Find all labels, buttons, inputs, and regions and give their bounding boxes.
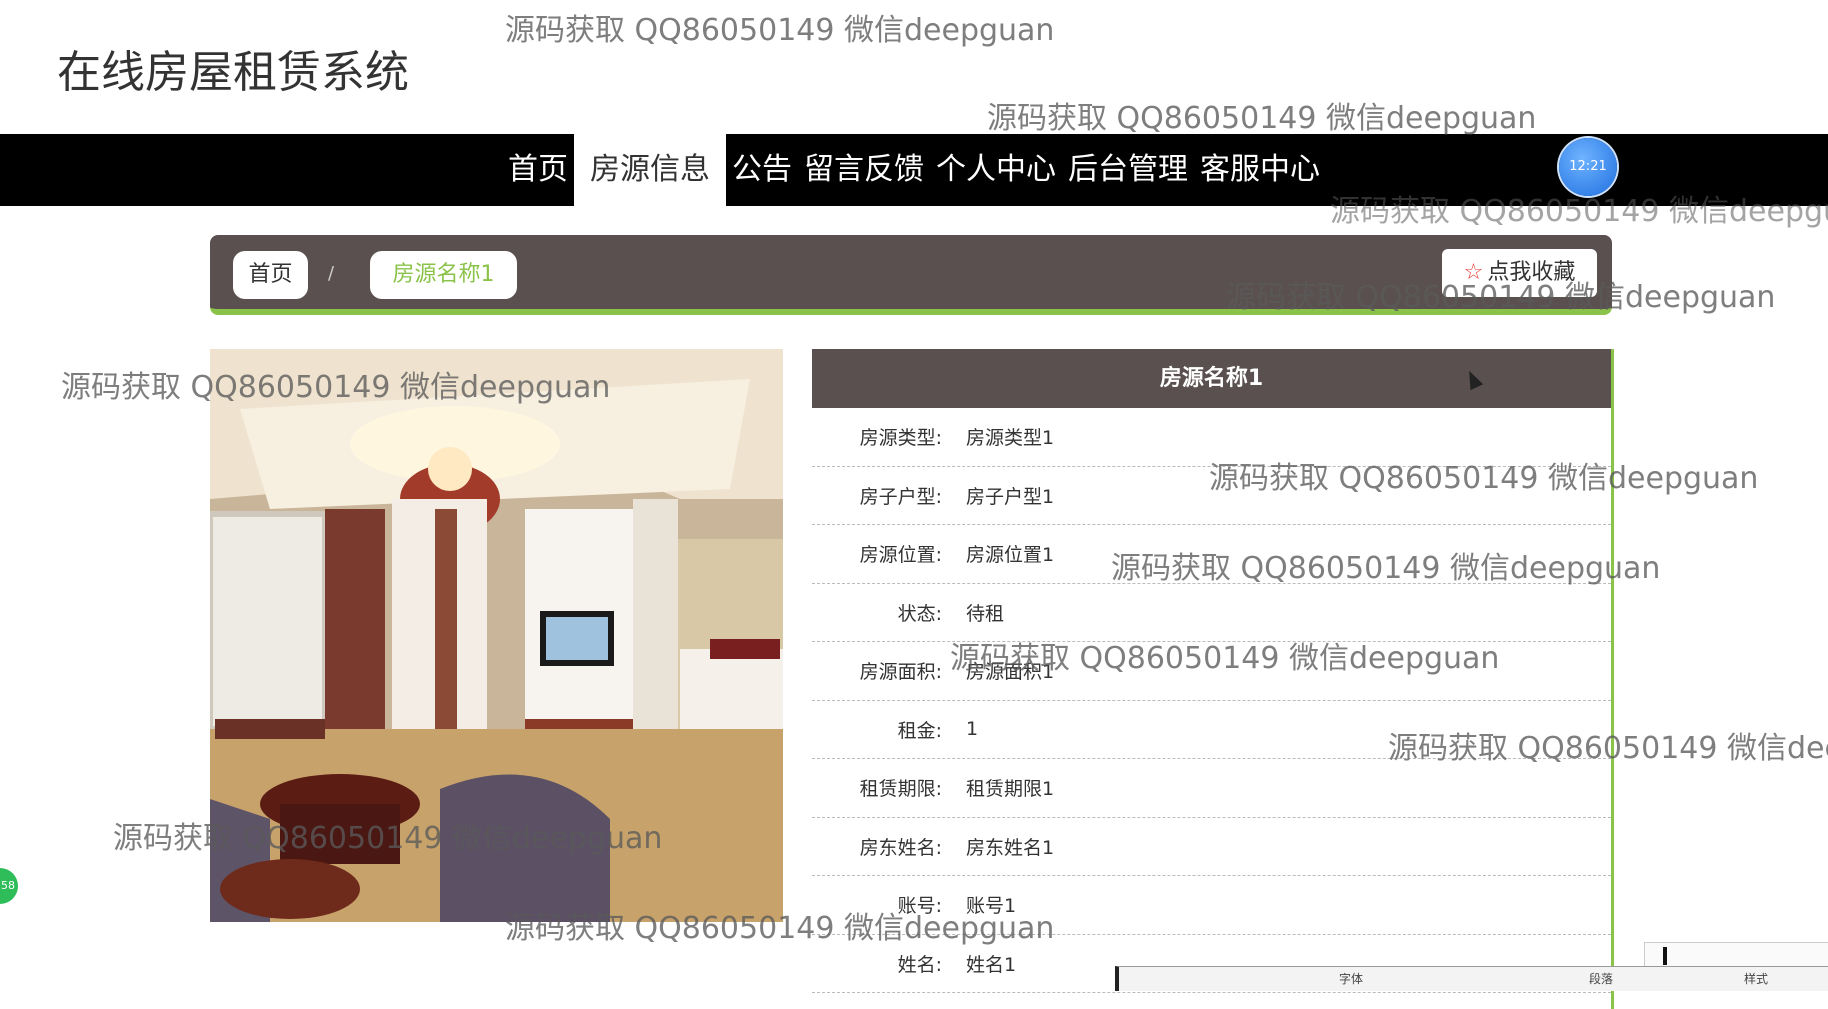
detail-value: 房东姓名1 [966, 836, 1055, 859]
clock-widget[interactable]: 12:21 [1559, 138, 1617, 196]
listing-details: 房源名称1 房源类型: 房源类型1 房子户型: 房子户型1 房源位置: 房源位置… [812, 349, 1614, 1009]
detail-value: 姓名1 [966, 953, 1017, 976]
nav-item-feedback[interactable]: 留言反馈 [798, 134, 930, 206]
detail-row-type: 房源类型: 房源类型1 [812, 408, 1611, 467]
detail-value: 待租 [966, 602, 1005, 625]
detail-label: 姓名: [897, 953, 942, 976]
detail-label: 状态: [897, 602, 942, 625]
detail-value: 房源位置1 [966, 544, 1055, 567]
detail-value: 租赁期限1 [966, 778, 1055, 801]
editor-ribbon-strip: 字体 段落 样式 [1115, 966, 1828, 991]
detail-label: 房源类型: [859, 427, 942, 450]
detail-label: 房东姓名: [859, 836, 942, 859]
breadcrumb-separator: / [328, 263, 335, 284]
detail-label: 房源位置: [859, 544, 942, 567]
detail-value: 账号1 [966, 895, 1017, 918]
watermark: 源码获取 QQ86050149 微信deepguan [987, 101, 1537, 136]
listing-title: 房源名称1 [812, 349, 1611, 408]
favorite-button[interactable]: ☆ 点我收藏 [1442, 249, 1597, 297]
detail-row-area: 房源面积: 房源面积1 [812, 642, 1611, 701]
site-title: 在线房屋租赁系统 [57, 47, 409, 98]
detail-row-landlord: 房东姓名: 房东姓名1 [812, 818, 1611, 876]
detail-row-status: 状态: 待租 [812, 584, 1611, 642]
room-image [210, 349, 783, 922]
nav-item-support[interactable]: 客服中心 [1194, 134, 1326, 206]
detail-value: 1 [966, 718, 979, 741]
detail-label: 房源面积: [859, 661, 942, 684]
detail-label: 租赁期限: [859, 778, 942, 801]
side-float-badge[interactable]: 58 [0, 868, 18, 904]
detail-row-location: 房源位置: 房源位置1 [812, 525, 1611, 584]
nav-items: 首页 房源信息 公告 留言反馈 个人中心 后台管理 客服中心 [502, 134, 1326, 206]
breadcrumb: 首页 / 房源名称1 ☆ 点我收藏 [210, 235, 1612, 315]
detail-row-account: 账号: 账号1 [812, 876, 1611, 935]
breadcrumb-home-link[interactable]: 首页 [233, 251, 308, 299]
breadcrumb-current: 房源名称1 [370, 251, 517, 299]
ribbon-label-paragraph[interactable]: 段落 [1589, 970, 1613, 987]
nav-item-admin[interactable]: 后台管理 [1062, 134, 1194, 206]
detail-label: 账号: [897, 895, 942, 918]
ribbon-label-font[interactable]: 字体 [1339, 970, 1363, 987]
ribbon-label-styles[interactable]: 样式 [1744, 970, 1768, 987]
detail-row-rent: 租金: 1 [812, 701, 1611, 759]
nav-item-announcements[interactable]: 公告 [726, 134, 798, 206]
detail-row-lease-term: 租赁期限: 租赁期限1 [812, 759, 1611, 818]
detail-label: 租金: [897, 719, 942, 742]
detail-value: 房源面积1 [966, 661, 1055, 684]
main-nav: 首页 房源信息 公告 留言反馈 个人中心 后台管理 客服中心 [0, 134, 1828, 206]
star-outline-icon: ☆ [1463, 260, 1484, 285]
detail-row-layout: 房子户型: 房子户型1 [812, 467, 1611, 525]
favorite-button-label: 点我收藏 [1487, 260, 1576, 285]
detail-value: 房源类型1 [966, 427, 1055, 450]
watermark: 源码获取 QQ86050149 微信deepguan [505, 13, 1055, 48]
text-caret-icon [1663, 947, 1667, 965]
listing-photo [210, 349, 783, 922]
nav-item-listings[interactable]: 房源信息 [574, 134, 726, 206]
nav-item-profile[interactable]: 个人中心 [930, 134, 1062, 206]
detail-label: 房子户型: [859, 485, 942, 508]
nav-item-home[interactable]: 首页 [502, 134, 574, 206]
detail-value: 房子户型1 [966, 485, 1055, 508]
